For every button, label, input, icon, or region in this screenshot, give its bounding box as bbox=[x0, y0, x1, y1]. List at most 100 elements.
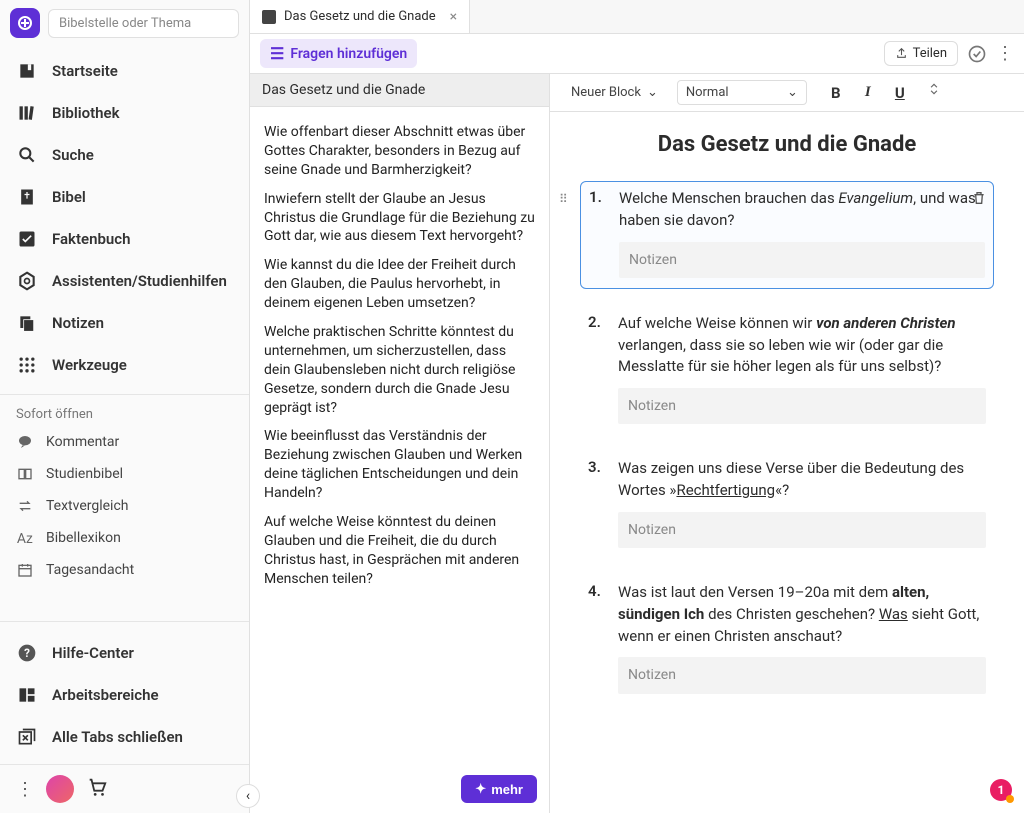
suggested-question[interactable]: Wie offenbart dieser Abschnitt etwas übe… bbox=[264, 123, 535, 180]
drag-handle-icon[interactable]: ⠿ bbox=[559, 192, 568, 206]
az-icon: Aᴢ bbox=[16, 529, 34, 547]
help-item-label: Hilfe-Center bbox=[52, 644, 134, 662]
search-icon bbox=[16, 144, 38, 166]
sidebar-item-label: Faktenbuch bbox=[52, 230, 130, 248]
sidebar-item-label: Bibel bbox=[52, 188, 86, 206]
more-button[interactable]: ✦ mehr bbox=[461, 775, 537, 803]
notification-badge[interactable]: 1 bbox=[990, 779, 1012, 801]
chat-icon bbox=[16, 433, 34, 451]
tab-active[interactable]: Das Gesetz und die Gnade × bbox=[250, 0, 470, 33]
check-icon bbox=[16, 228, 38, 250]
bold-button[interactable]: B bbox=[825, 82, 847, 104]
italic-button[interactable]: I bbox=[857, 82, 879, 104]
block-type-dropdown[interactable]: Neuer Block ⌄ bbox=[562, 80, 667, 105]
help-item-label: Alle Tabs schließen bbox=[52, 728, 183, 746]
question-text[interactable]: Was ist laut den Versen 19–20a mit dem a… bbox=[618, 582, 986, 694]
notes-input[interactable]: Notizen bbox=[618, 388, 986, 424]
question-item[interactable]: ⠿1.Welche Menschen brauchen das Evangeli… bbox=[580, 181, 994, 289]
user-avatar[interactable] bbox=[46, 775, 74, 803]
sidebar-item-label: Assistenten/Studienhilfen bbox=[52, 272, 227, 290]
sidebar-item-home[interactable]: Startseite bbox=[0, 50, 249, 92]
hex-icon bbox=[16, 270, 38, 292]
sidebar-item-bible[interactable]: Bibel bbox=[0, 176, 249, 218]
quick-item-label: Tagesandacht bbox=[46, 562, 134, 578]
sidebar-item-notes[interactable]: Notizen bbox=[0, 302, 249, 344]
share-label: Teilen bbox=[913, 46, 947, 61]
book-icon bbox=[16, 465, 34, 483]
question-number: 4. bbox=[588, 582, 606, 694]
help-icon: ? bbox=[16, 642, 38, 664]
question-text[interactable]: Welche Menschen brauchen das Evangelium,… bbox=[619, 188, 985, 278]
notes-input[interactable]: Notizen bbox=[618, 512, 986, 548]
tab-title: Das Gesetz und die Gnade bbox=[284, 9, 436, 24]
sidebar-item-tools[interactable]: Werkzeuge bbox=[0, 344, 249, 386]
quick-item-studybible[interactable]: Studienbibel bbox=[0, 458, 249, 490]
tab-doc-icon bbox=[262, 10, 276, 24]
trash-icon[interactable] bbox=[971, 190, 987, 210]
help-item-label: Arbeitsbereiche bbox=[52, 686, 159, 704]
suggested-question[interactable]: Wie beeinflusst das Verständnis der Bezi… bbox=[264, 427, 535, 503]
add-questions-label: Fragen hinzufügen bbox=[290, 46, 407, 62]
question-item[interactable]: 2.Auf welche Weise können wir von andere… bbox=[580, 307, 994, 435]
sidebar-item-label: Bibliothek bbox=[52, 104, 120, 122]
block-dropdown-label: Neuer Block bbox=[571, 85, 641, 100]
suggested-question[interactable]: Welche praktischen Schritte könntest du … bbox=[264, 323, 535, 417]
sidebar-item-search[interactable]: Suche bbox=[0, 134, 249, 176]
questions-panel: Das Gesetz und die Gnade Wie offenbart d… bbox=[250, 74, 550, 813]
quick-item-textcompare[interactable]: Textvergleich bbox=[0, 490, 249, 522]
close-tabs-icon bbox=[16, 726, 38, 748]
quick-item-devotional[interactable]: Tagesandacht bbox=[0, 554, 249, 586]
suggested-question[interactable]: Wie kannst du die Idee der Freiheit durc… bbox=[264, 256, 535, 313]
copy-icon bbox=[16, 312, 38, 334]
more-menu-icon[interactable]: ⋮ bbox=[16, 779, 34, 800]
editor-panel: Neuer Block ⌄ Normal ⌄ B I U Das Geset bbox=[550, 74, 1024, 813]
list-icon: ☰ bbox=[270, 44, 284, 63]
share-button[interactable]: Teilen bbox=[884, 41, 958, 66]
grid-icon bbox=[16, 354, 38, 376]
question-item[interactable]: 3.Was zeigen uns diese Verse über die Be… bbox=[580, 452, 994, 558]
question-number: 3. bbox=[588, 458, 606, 548]
add-questions-button[interactable]: ☰ Fragen hinzufügen bbox=[260, 39, 417, 68]
question-text[interactable]: Was zeigen uns diese Verse über die Bede… bbox=[618, 458, 986, 548]
collapse-sidebar-icon[interactable]: ‹ bbox=[236, 784, 260, 808]
notes-input[interactable]: Notizen bbox=[618, 657, 986, 693]
quick-item-commentary[interactable]: Kommentar bbox=[0, 426, 249, 458]
question-item[interactable]: 4.Was ist laut den Versen 19–20a mit dem… bbox=[580, 576, 994, 704]
sidebar: Bibelstelle oder Thema Startseite Bibliot… bbox=[0, 0, 250, 813]
check-circle-icon[interactable] bbox=[966, 43, 988, 65]
quick-item-label: Bibellexikon bbox=[46, 530, 121, 546]
kebab-menu-icon[interactable]: ⋮ bbox=[996, 43, 1014, 64]
calendar-icon bbox=[16, 561, 34, 579]
suggested-question[interactable]: Auf welche Weise könntest du deinen Glau… bbox=[264, 513, 535, 589]
tab-close-icon[interactable]: × bbox=[450, 9, 457, 25]
quick-open-heading: Sofort öffnen bbox=[0, 399, 249, 426]
expand-toolbar-icon[interactable] bbox=[927, 82, 941, 104]
notes-input[interactable]: Notizen bbox=[619, 242, 985, 278]
sidebar-item-factbook[interactable]: Faktenbuch bbox=[0, 218, 249, 260]
question-text[interactable]: Auf welche Weise können wir von anderen … bbox=[618, 313, 986, 425]
quick-item-lexicon[interactable]: Aᴢ Bibellexikon bbox=[0, 522, 249, 554]
search-input[interactable]: Bibelstelle oder Thema bbox=[48, 9, 239, 38]
style-dropdown[interactable]: Normal ⌄ bbox=[677, 80, 807, 105]
swap-icon bbox=[16, 497, 34, 515]
document-title[interactable]: Das Gesetz und die Gnade bbox=[580, 132, 994, 157]
help-item-helpcenter[interactable]: ? Hilfe-Center bbox=[0, 632, 249, 674]
underline-button[interactable]: U bbox=[889, 82, 911, 104]
sidebar-item-label: Startseite bbox=[52, 62, 118, 80]
sidebar-item-library[interactable]: Bibliothek bbox=[0, 92, 249, 134]
chevron-down-icon: ⌄ bbox=[647, 85, 658, 100]
sidebar-item-label: Werkzeuge bbox=[52, 356, 127, 374]
questions-panel-title[interactable]: Das Gesetz und die Gnade bbox=[250, 74, 549, 107]
cart-icon[interactable] bbox=[86, 776, 108, 803]
quick-item-label: Kommentar bbox=[46, 434, 119, 450]
tab-bar: Das Gesetz und die Gnade × bbox=[250, 0, 1024, 34]
help-item-workspaces[interactable]: Arbeitsbereiche bbox=[0, 674, 249, 716]
books-icon bbox=[16, 102, 38, 124]
app-logo[interactable] bbox=[10, 8, 40, 38]
suggested-question[interactable]: Inwiefern stellt der Glaube an Jesus Chr… bbox=[264, 190, 535, 247]
quick-item-label: Studienbibel bbox=[46, 466, 123, 482]
sidebar-item-assistants[interactable]: Assistenten/Studienhilfen bbox=[0, 260, 249, 302]
more-label: mehr bbox=[491, 782, 523, 797]
style-dropdown-label: Normal bbox=[686, 85, 729, 100]
help-item-closealltabs[interactable]: Alle Tabs schließen bbox=[0, 716, 249, 758]
